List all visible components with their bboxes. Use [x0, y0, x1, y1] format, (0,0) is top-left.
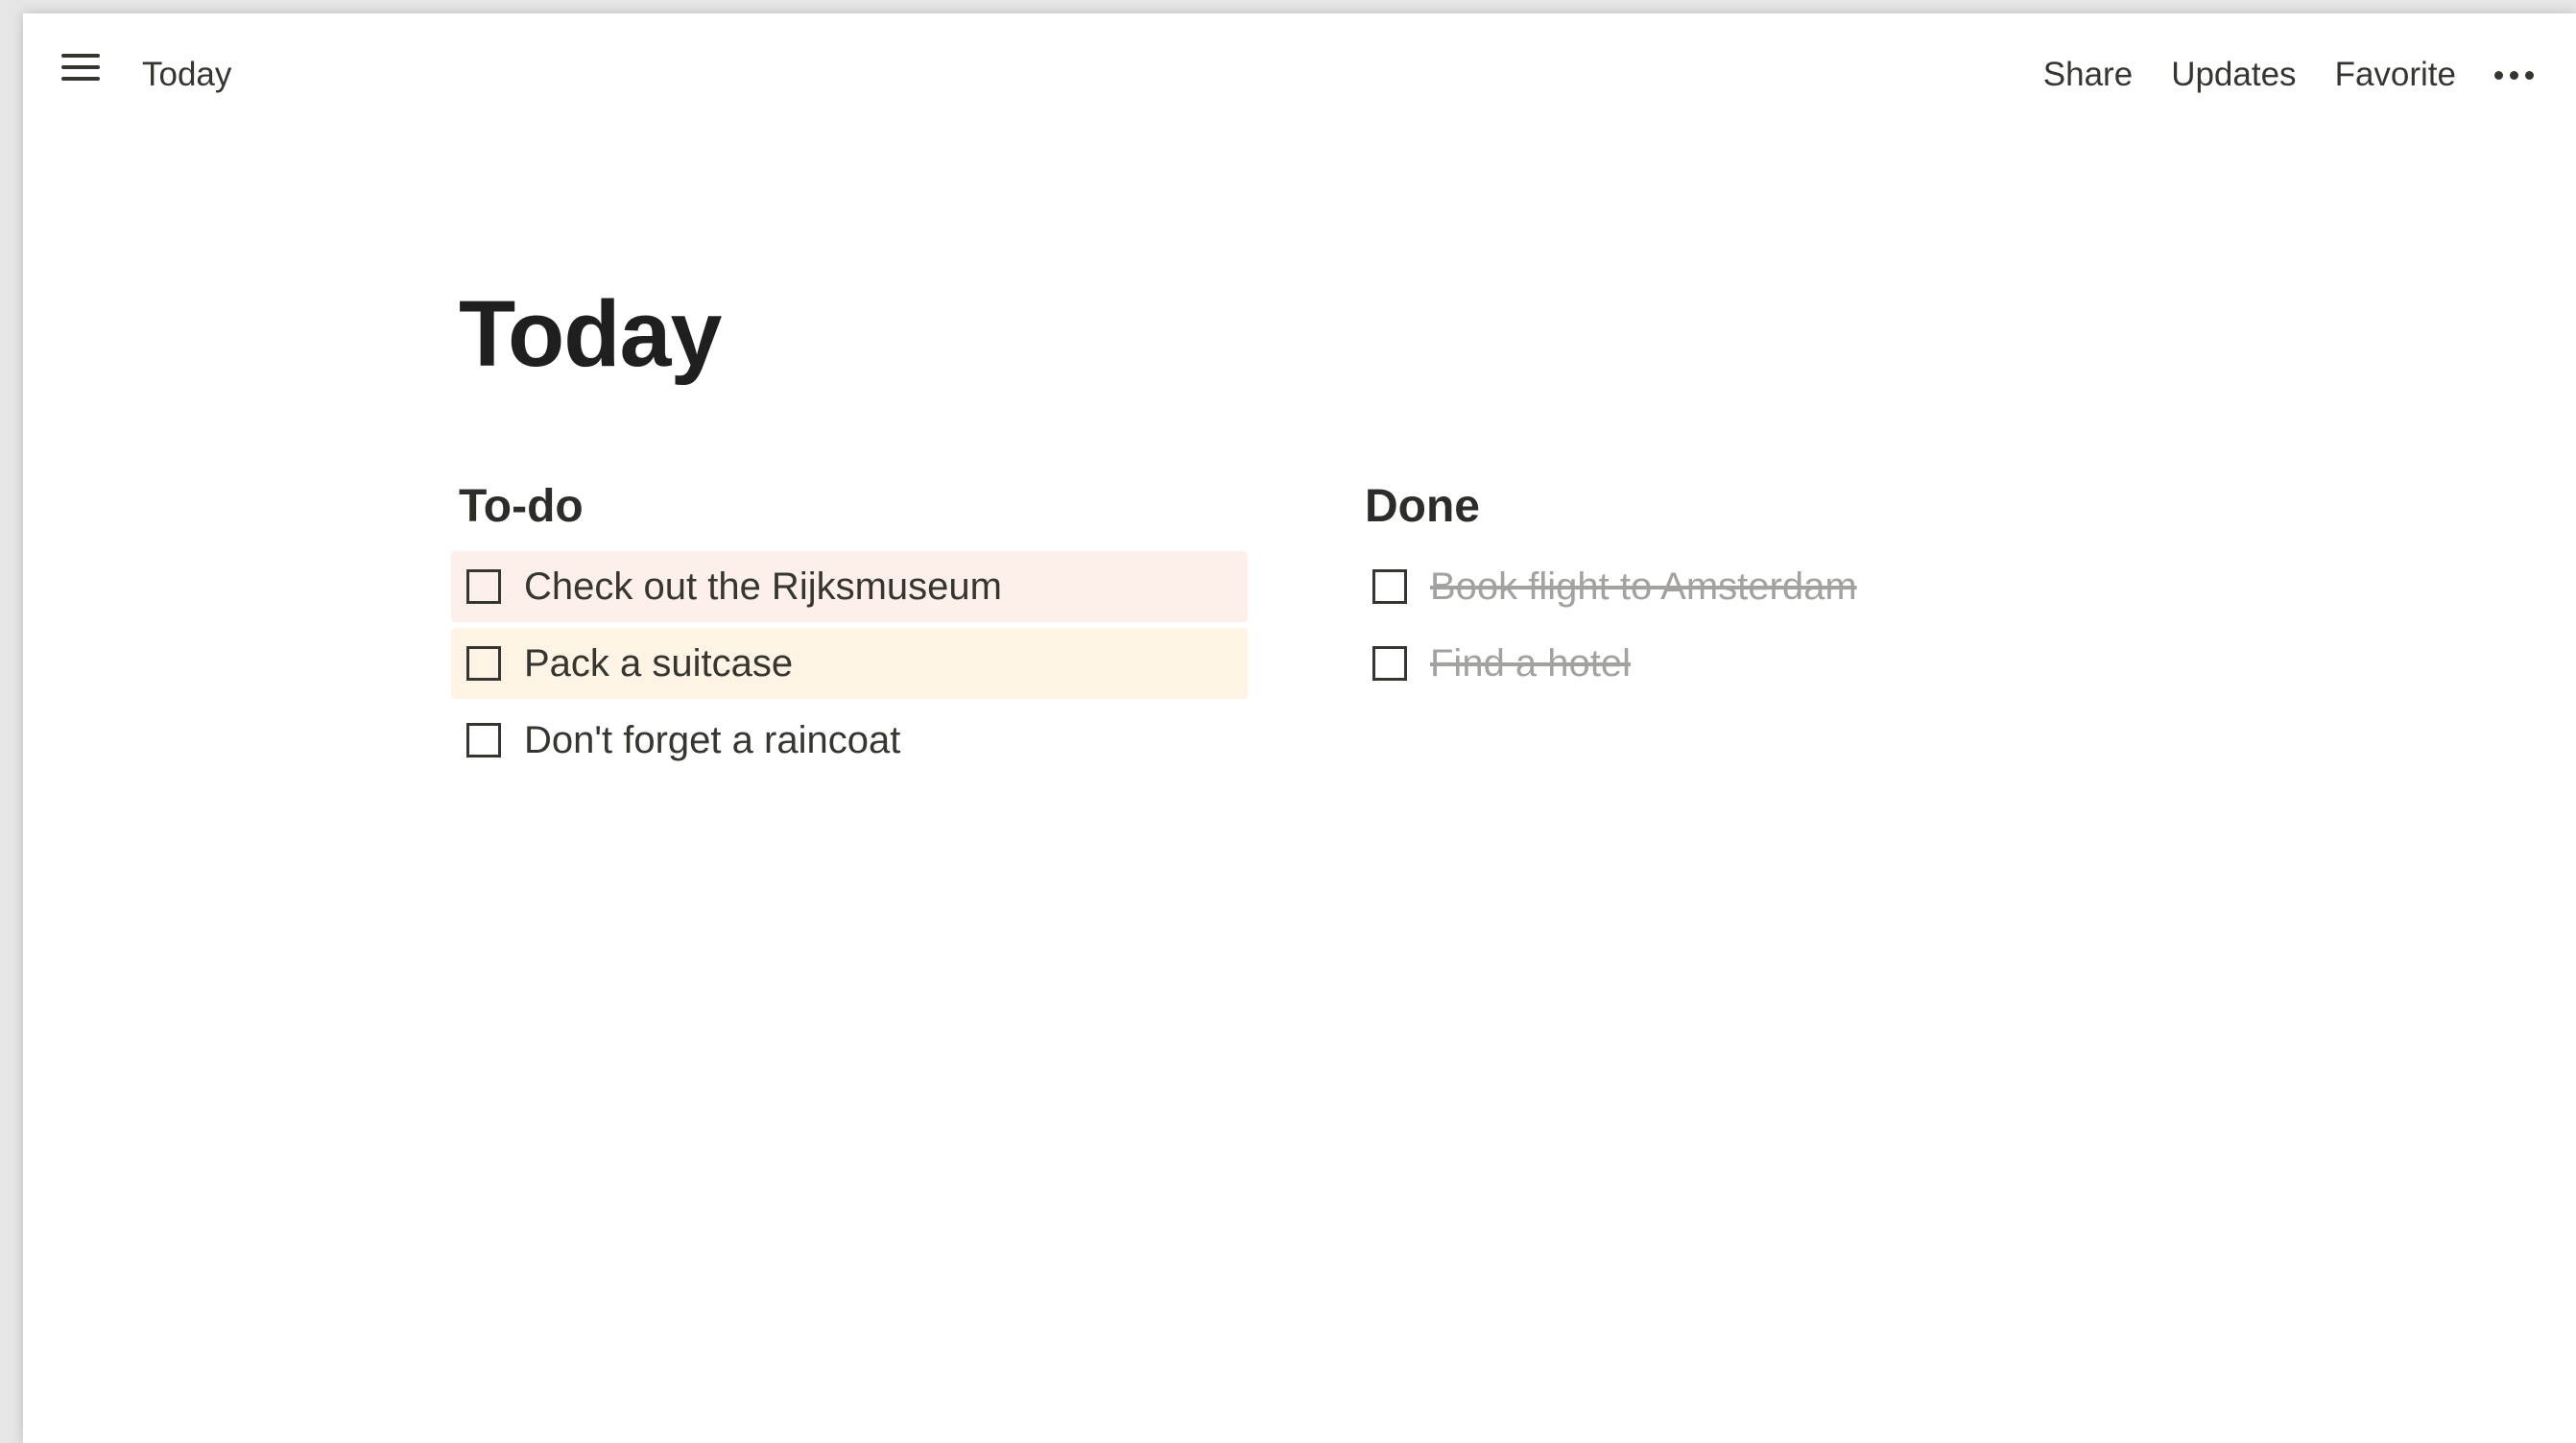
checkbox[interactable]: [466, 646, 501, 681]
done-heading: Done: [1365, 481, 1480, 532]
todo-item-label: Check out the Rijksmuseum: [524, 565, 1002, 608]
favorite-button[interactable]: Favorite: [2335, 56, 2456, 94]
share-button[interactable]: Share: [2043, 56, 2133, 94]
done-item[interactable]: Book flight to Amsterdam: [1357, 551, 2154, 622]
done-item-label: Book flight to Amsterdam: [1430, 565, 1857, 608]
todo-column: To-do Check out the Rijksmuseum Pack a s…: [451, 478, 1248, 782]
more-options-icon[interactable]: [2494, 56, 2534, 94]
checkbox[interactable]: [466, 569, 501, 604]
todo-item[interactable]: Don't forget a raincoat: [451, 705, 1248, 776]
todo-item-label: Don't forget a raincoat: [524, 718, 901, 761]
page-title: Today: [459, 281, 722, 386]
done-column: Done Book flight to Amsterdam Find a hot…: [1357, 478, 2154, 705]
checkbox-checked[interactable]: [1372, 646, 1407, 681]
hamburger-menu-icon[interactable]: [60, 48, 102, 90]
checkmark-icon: [1376, 652, 1397, 668]
todo-item[interactable]: Pack a suitcase: [451, 628, 1248, 699]
todo-item-label: Pack a suitcase: [524, 641, 794, 685]
done-item[interactable]: Find a hotel: [1357, 628, 2154, 699]
done-item-label: Find a hotel: [1430, 641, 1632, 685]
app-window: Today Share Updates Favorite Today To-do…: [23, 13, 2576, 1443]
todo-item[interactable]: Check out the Rijksmuseum: [451, 551, 1248, 622]
breadcrumb[interactable]: Today: [142, 56, 231, 94]
checkbox-checked[interactable]: [1372, 569, 1407, 604]
todo-heading: To-do: [459, 481, 584, 532]
updates-button[interactable]: Updates: [2171, 56, 2296, 94]
top-actions: Share Updates Favorite: [2043, 56, 2534, 94]
checkbox[interactable]: [466, 723, 501, 758]
top-bar: Today Share Updates Favorite: [23, 13, 2576, 119]
checkmark-icon: [1376, 575, 1397, 591]
